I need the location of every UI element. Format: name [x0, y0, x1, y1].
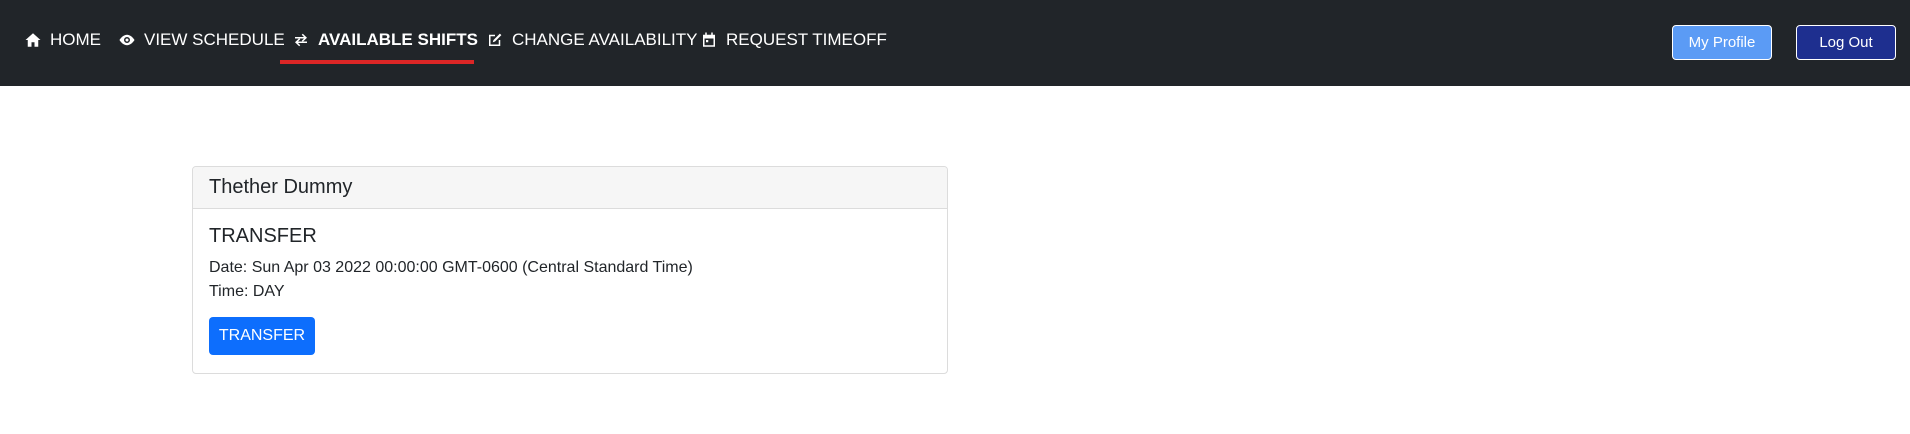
- shift-date: Date: Sun Apr 03 2022 00:00:00 GMT-0600 …: [209, 259, 693, 276]
- shift-card: Thether Dummy TRANSFER Date: Sun Apr 03 …: [192, 166, 948, 374]
- active-tab-indicator: [280, 60, 474, 64]
- log-out-button[interactable]: Log Out: [1796, 25, 1896, 60]
- my-profile-button[interactable]: My Profile: [1672, 25, 1772, 60]
- shift-time: Time: DAY: [209, 283, 285, 300]
- calendar-icon: [700, 31, 718, 49]
- transfer-button[interactable]: TRANSFER: [209, 317, 315, 355]
- home-icon: [24, 31, 42, 49]
- nav-item-change-availability[interactable]: CHANGE AVAILABILITY: [486, 0, 698, 80]
- shift-type-title: TRANSFER: [209, 225, 317, 247]
- nav-item-label: AVAILABLE SHIFTS: [318, 30, 478, 49]
- nav-item-label: CHANGE AVAILABILITY: [512, 30, 698, 49]
- shift-card-header: Thether Dummy: [193, 167, 947, 209]
- nav-item-label: HOME: [50, 30, 101, 49]
- nav-item-label: REQUEST TIMEOFF: [726, 30, 887, 49]
- nav-item-available-shifts[interactable]: AVAILABLE SHIFTS: [292, 0, 478, 80]
- nav-item-label: VIEW SCHEDULE: [144, 30, 285, 49]
- top-navbar: HOME VIEW SCHEDULE AVAILABLE SHIFTS CHAN…: [0, 0, 1910, 86]
- nav-item-request-timeoff[interactable]: REQUEST TIMEOFF: [700, 0, 887, 80]
- shift-card-body: TRANSFER Date: Sun Apr 03 2022 00:00:00 …: [193, 209, 947, 371]
- eye-icon: [118, 31, 136, 49]
- nav-item-home[interactable]: HOME: [24, 0, 101, 80]
- nav-item-view-schedule[interactable]: VIEW SCHEDULE: [118, 0, 285, 80]
- edit-icon: [486, 31, 504, 49]
- swap-arrows-icon: [292, 31, 310, 49]
